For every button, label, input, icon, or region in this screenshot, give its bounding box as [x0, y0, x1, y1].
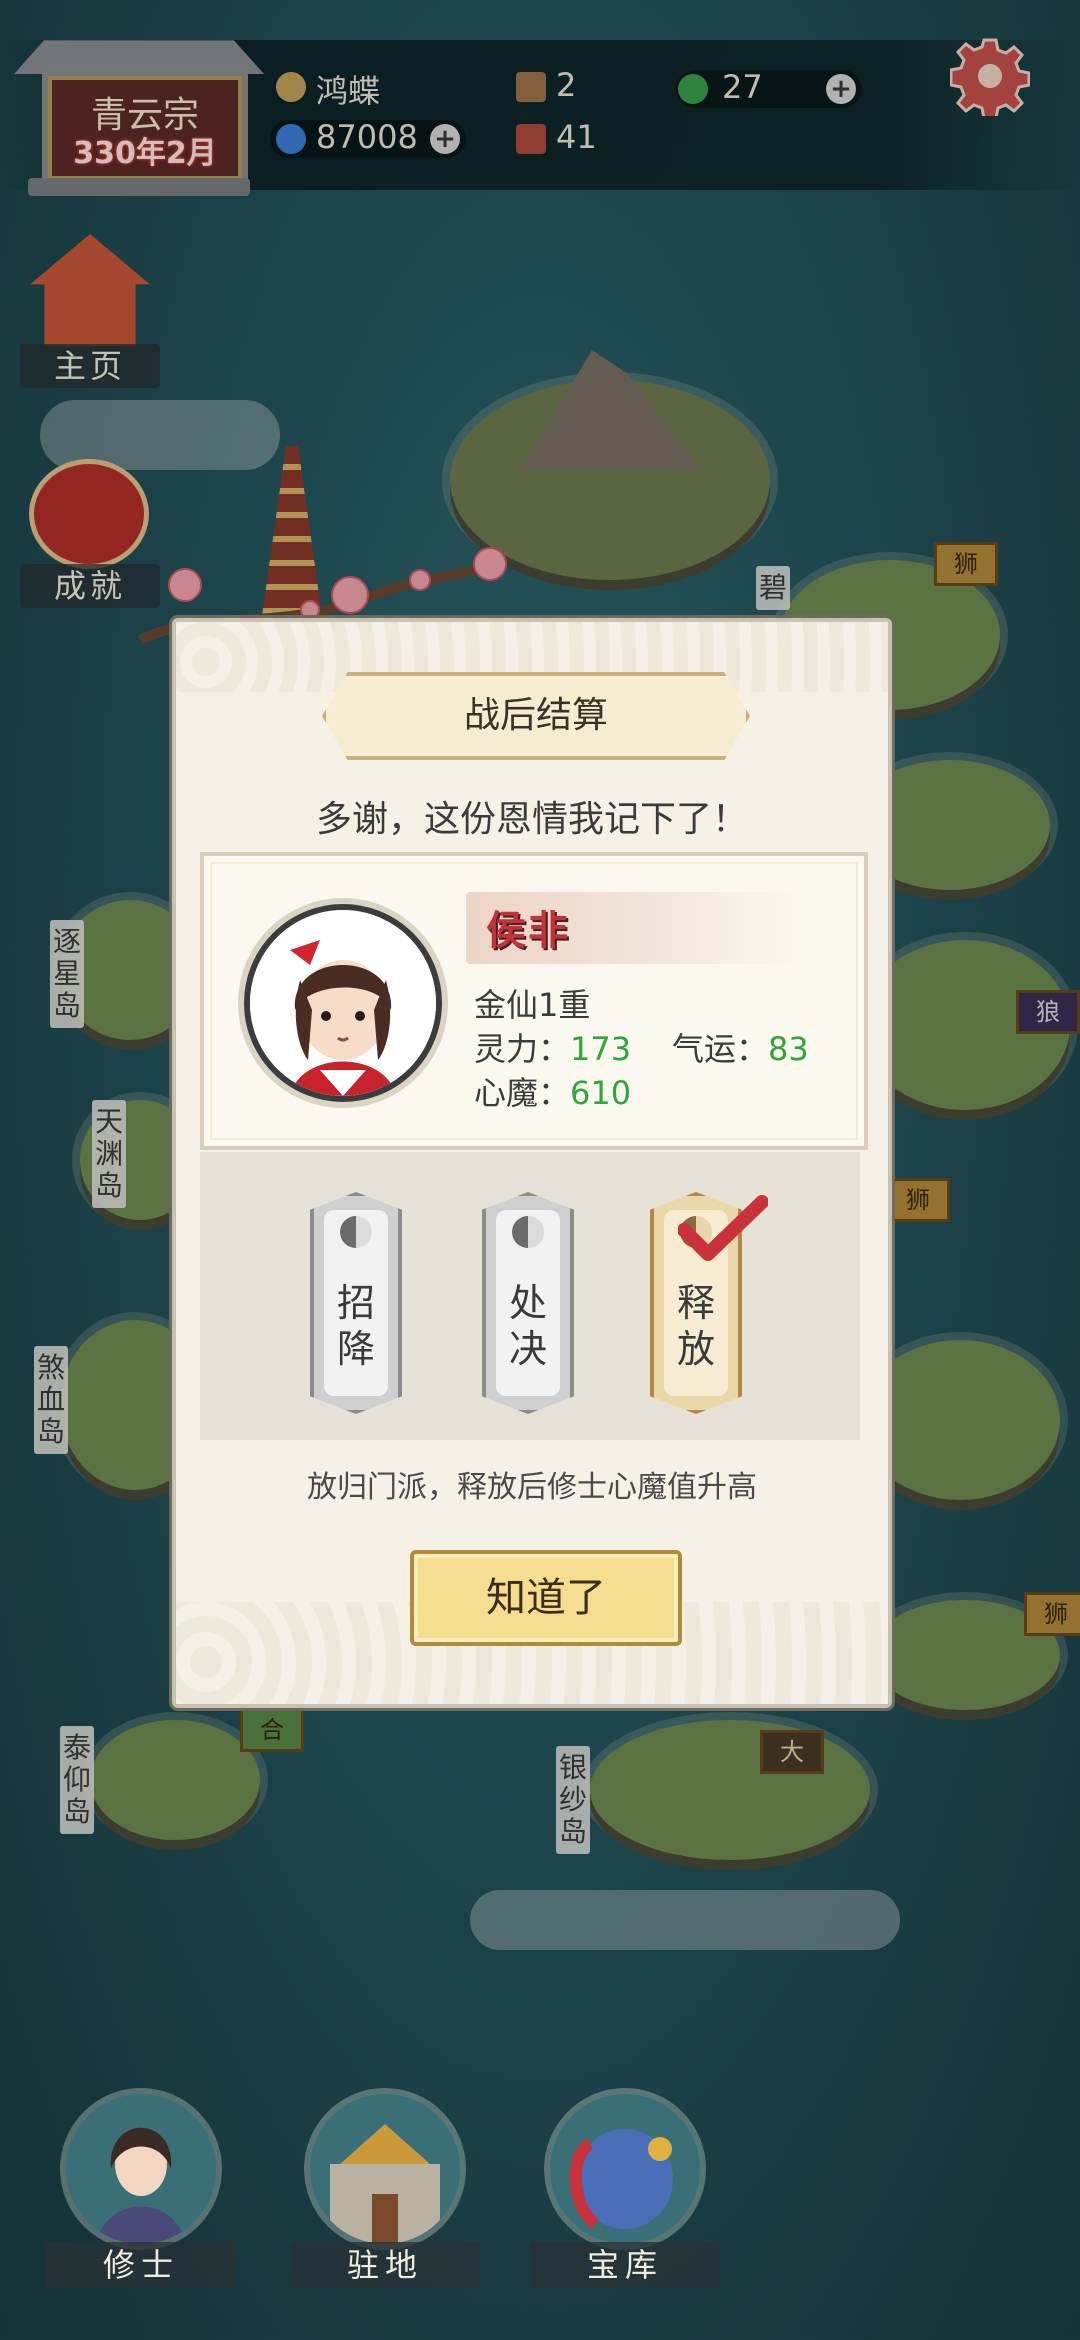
nav-base-button[interactable]: 驻地: [290, 2094, 480, 2288]
choice-hint: 放归门派，释放后修士心魔值升高: [307, 1470, 757, 1505]
confirm-button-label: 知道了: [486, 1575, 606, 1621]
stat-spirit-value: 173: [570, 1030, 632, 1068]
fortress-figure: [330, 2124, 440, 2244]
dialog-message: 多谢，这份恩情我记下了！: [315, 799, 748, 840]
selected-checkmark-icon: [678, 1195, 768, 1261]
nav-cultivators-button[interactable]: 修士: [46, 2094, 236, 2288]
base-fortress-icon: [310, 2094, 460, 2244]
stat-luck-value: 83: [768, 1030, 809, 1068]
cultivator-figure: [96, 2127, 186, 2244]
treasure-bag-figure: [569, 2129, 673, 2229]
character-name: 侯非: [486, 908, 570, 954]
yin-yang-icon: [512, 1216, 544, 1248]
cultivator-portrait-icon: [66, 2094, 216, 2244]
stat-spirit-label: 灵力：: [474, 1030, 571, 1068]
recruit-choice-button[interactable]: 招降: [310, 1192, 402, 1414]
choice-area: 招降 处决 释放: [200, 1152, 860, 1440]
character-portrait-icon: [250, 910, 436, 1096]
stat-spirit: 灵力：173: [474, 1024, 631, 1070]
character-name-bar: 侯非: [466, 892, 796, 964]
nav-treasury-label: 宝库: [530, 2242, 720, 2288]
stat-demon-value: 610: [570, 1074, 632, 1112]
dialog-title: 战后结算: [463, 695, 608, 736]
stat-luck: 气运：83: [672, 1024, 809, 1070]
recruit-choice-label: 招降: [336, 1281, 375, 1371]
battle-result-dialog: 战后结算 多谢，这份恩情我记下了！ 侯非 金仙1重 灵力：173 气运：83 心…: [172, 618, 892, 1708]
confirm-button[interactable]: 知道了: [410, 1550, 682, 1646]
character-card: 侯非 金仙1重 灵力：173 气运：83 心魔：610: [200, 852, 868, 1150]
choice-inner: 处决: [496, 1210, 560, 1396]
character-realm: 金仙1重: [474, 986, 591, 1024]
nav-treasury-button[interactable]: 宝库: [530, 2094, 720, 2288]
stat-demon-label: 心魔：: [474, 1074, 571, 1112]
dialog-title-plate: 战后结算: [322, 672, 750, 760]
execute-choice-label: 处决: [508, 1281, 547, 1371]
nav-cultivators-label: 修士: [46, 2242, 236, 2288]
treasury-bag-icon: [550, 2094, 700, 2244]
execute-choice-button[interactable]: 处决: [482, 1192, 574, 1414]
release-choice-label: 释放: [676, 1281, 715, 1371]
choice-inner: 招降: [324, 1210, 388, 1396]
stat-luck-label: 气运：: [672, 1030, 769, 1068]
stat-demon: 心魔：610: [474, 1068, 631, 1114]
nav-base-label: 驻地: [290, 2242, 480, 2288]
character-avatar: [244, 904, 442, 1102]
yin-yang-icon: [340, 1216, 372, 1248]
